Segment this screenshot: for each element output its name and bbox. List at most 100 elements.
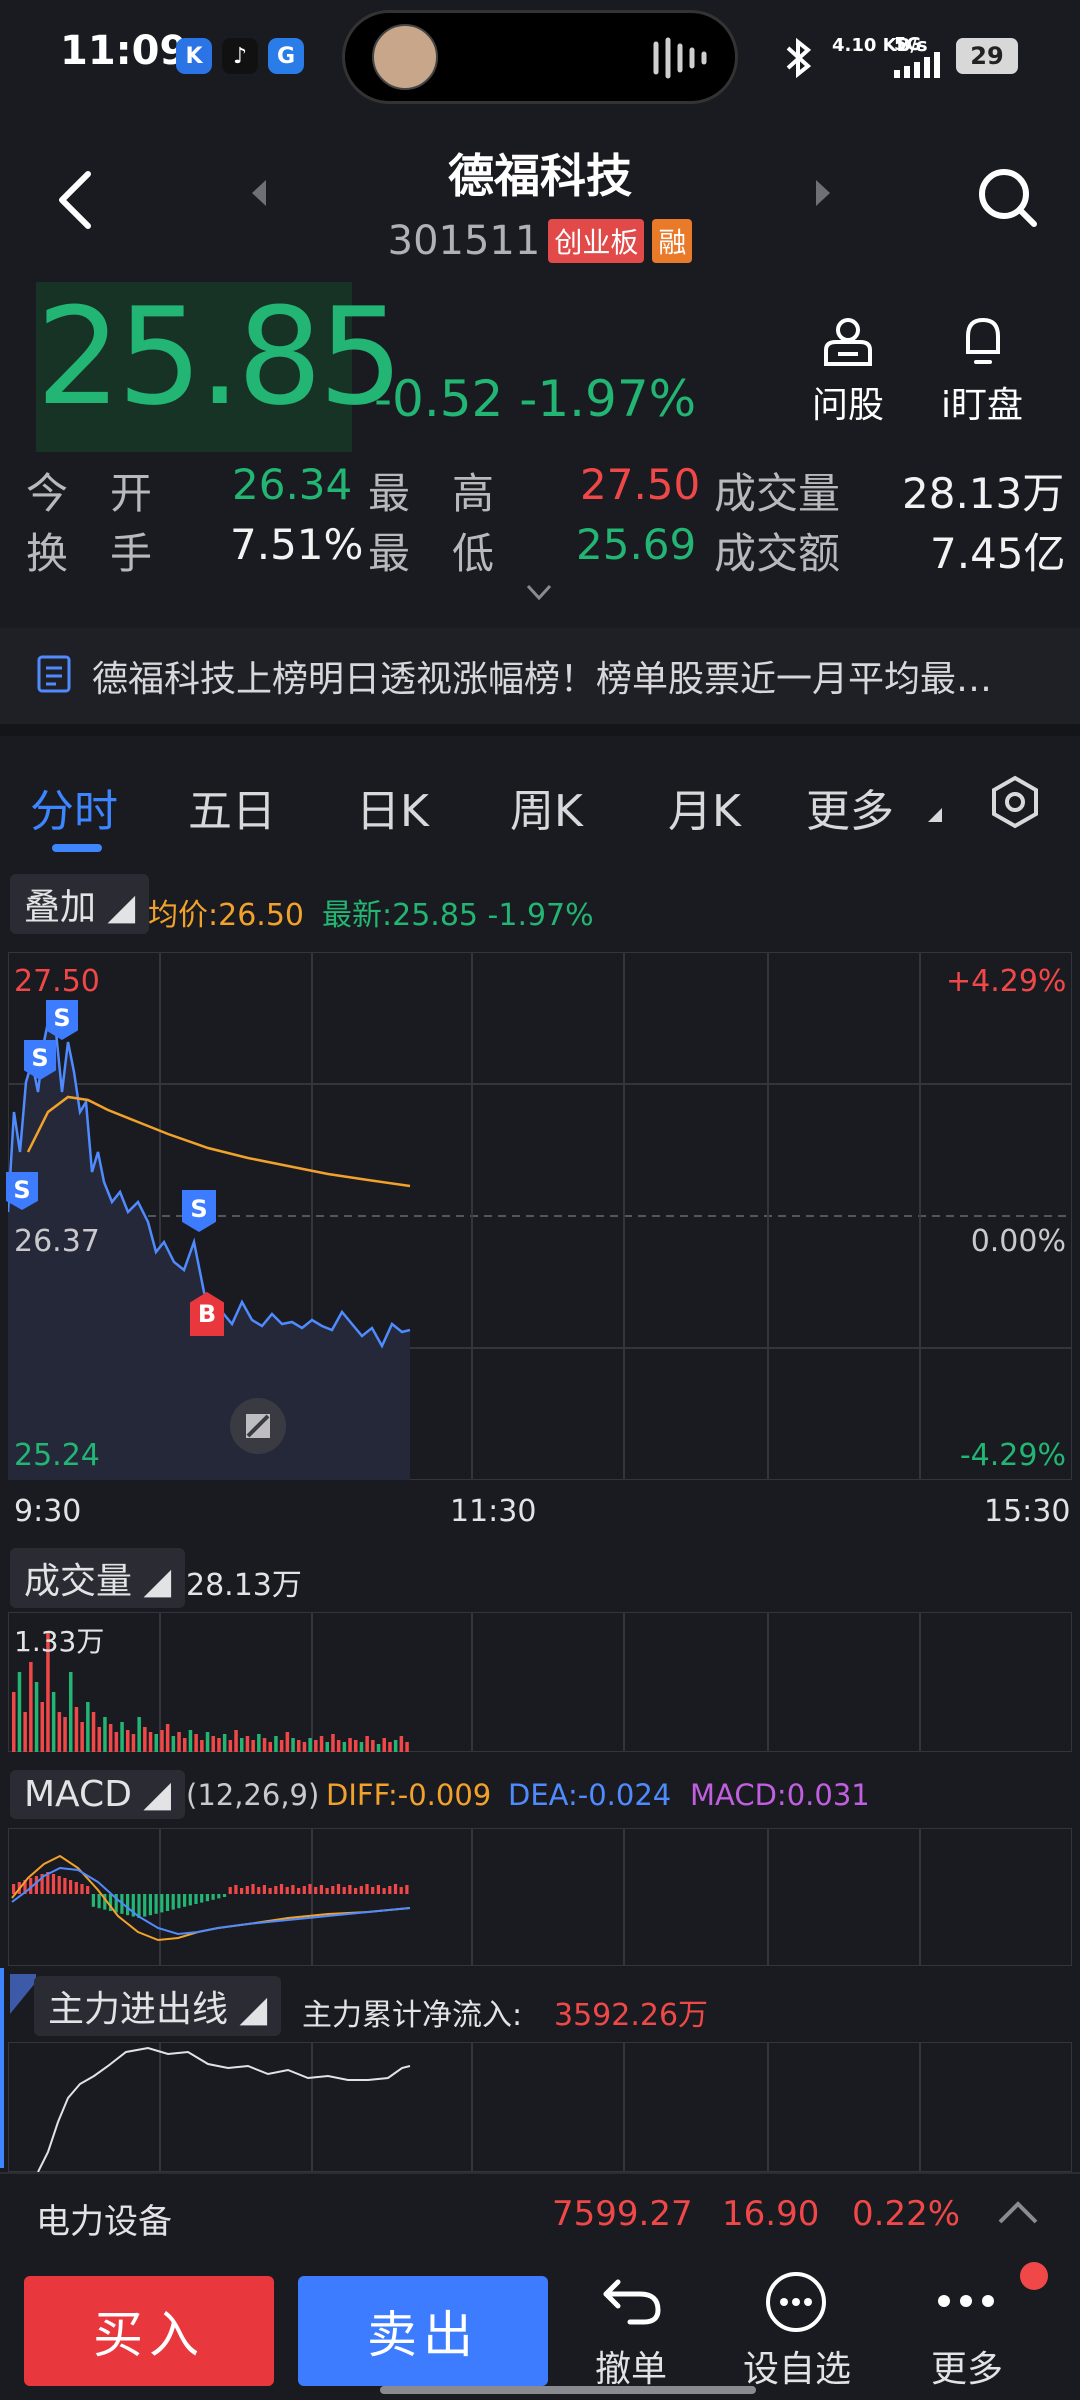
tab-weekly-k[interactable]: 周K [510,775,583,839]
latest-price: 最新:25.85 -1.97% [322,898,594,933]
macd-bar [205,1894,209,1902]
ask-stock-icon[interactable] [822,314,874,368]
volume-bar [114,1732,119,1752]
volume-bar [91,1712,96,1752]
buy-button[interactable]: 买入 [24,2276,274,2386]
macd-bar [34,1876,38,1894]
home-indicator[interactable] [380,2386,756,2394]
volume-bar [222,1734,227,1752]
volume-bar [160,1730,164,1752]
amount-value: 7.45亿 [930,529,1066,578]
macd-chart[interactable] [8,1828,1072,1966]
macd-bar [268,1888,272,1894]
macd-bar [291,1885,295,1894]
macd-bar [228,1887,232,1894]
macd-bar [240,1888,244,1894]
watch-label[interactable]: i盯盘 [930,376,1034,428]
tab-daily-k[interactable]: 日K [356,775,429,839]
macd-bar [308,1884,312,1894]
sector-change: 16.90 [722,2194,820,2234]
macd-chip-label: MACD [24,1774,132,1815]
volume-bar [51,1692,56,1752]
macd-bar [359,1886,363,1894]
macd-bar [97,1894,101,1909]
next-stock-icon[interactable] [812,178,834,208]
volume-bar [137,1717,141,1752]
macd-bar [274,1886,278,1894]
tab-intraday[interactable]: 分时 [30,775,118,839]
volume-bar [131,1734,136,1752]
macd-bar [200,1894,204,1903]
fullscreen-toggle-icon[interactable] [228,1396,288,1456]
volume-bar [251,1740,255,1752]
status-time: 11:09 [60,28,188,74]
price-change: -0.52 -1.97% [374,370,696,428]
macd-bar [251,1884,255,1894]
main-flow-chart[interactable] [8,2042,1072,2172]
macd-bar [217,1894,221,1899]
volume-bar [74,1707,79,1752]
cancel-order-label[interactable]: 撤单 [566,2340,696,2392]
macd-dea: DEA:-0.024 [508,1778,672,1812]
news-text[interactable]: 德福科技上榜明日透视涨幅榜！榜单股票近一月平均最… [92,650,1032,702]
macd-bar [331,1886,335,1894]
macd-bar [257,1887,261,1894]
tiktok-icon: ♪ [222,38,258,74]
macd-bar [80,1884,84,1894]
more-label[interactable]: 更多 [902,2340,1032,2392]
tab-underline [52,844,102,852]
volume-bar [359,1742,364,1752]
add-watchlist-label[interactable]: 设自选 [732,2340,862,2392]
expand-chevron-icon[interactable] [524,582,554,604]
more-icon[interactable] [934,2286,998,2316]
macd-bar [188,1894,192,1906]
volume-bar [29,1662,33,1752]
settings-icon[interactable] [988,774,1042,830]
volume-chip[interactable]: 成交量 ◢ [10,1548,186,1608]
pct-label-mid: 0.00% [970,1224,1066,1259]
flow-marker-bar [0,1968,4,2168]
volume-chart[interactable] [8,1612,1072,1752]
volume-bar [376,1744,381,1752]
ask-stock-label[interactable]: 问股 [808,376,888,428]
volume-bar [205,1732,210,1752]
overlay-chip[interactable]: 叠加 ◢ [10,874,150,934]
tab-monthly-k[interactable]: 月K [668,775,741,839]
volume-bar [405,1742,409,1752]
tab-more-dropdown-icon [928,808,942,822]
stock-name: 德福科技 [448,149,632,203]
volume-bar [126,1730,130,1752]
volume-bar [23,1712,27,1752]
macd-bar [74,1882,78,1894]
volume-bar [217,1738,221,1752]
flow-chip[interactable]: 主力进出线 ◢ [34,1976,282,2036]
tab-more[interactable]: 更多 [806,775,894,839]
volume-bar [297,1740,301,1752]
volume-bar [342,1742,347,1752]
bell-icon[interactable] [960,314,1006,368]
volume-bar [86,1702,90,1752]
macd-bar [279,1884,284,1894]
bluetooth-icon [786,38,812,78]
collapse-chevron-icon[interactable] [996,2198,1040,2226]
volume-bar [365,1736,369,1752]
pct-label-bot: -4.29% [959,1438,1066,1473]
volume-bar [336,1740,341,1752]
volume-bar [291,1738,295,1752]
macd-chip[interactable]: MACD ◢ [10,1770,186,1819]
lightning-icon [10,1974,36,2014]
flow-chip-label: 主力进出线 [48,1989,229,2030]
add-watchlist-icon[interactable] [764,2270,828,2334]
macd-bar [388,1886,392,1894]
sector-pct: 0.22% [852,2194,961,2234]
sector-name[interactable]: 电力设备 [36,2194,172,2243]
intraday-chart[interactable] [8,952,1072,1480]
sell-button[interactable]: 卖出 [298,2276,548,2386]
volume-bar [279,1740,284,1752]
undo-icon[interactable] [600,2270,664,2326]
macd-bar [211,1894,215,1900]
macd-bar [234,1885,238,1894]
volume-bar [97,1727,101,1752]
tab-five-day[interactable]: 五日 [188,775,276,839]
open-label: 今 开 [26,469,153,518]
